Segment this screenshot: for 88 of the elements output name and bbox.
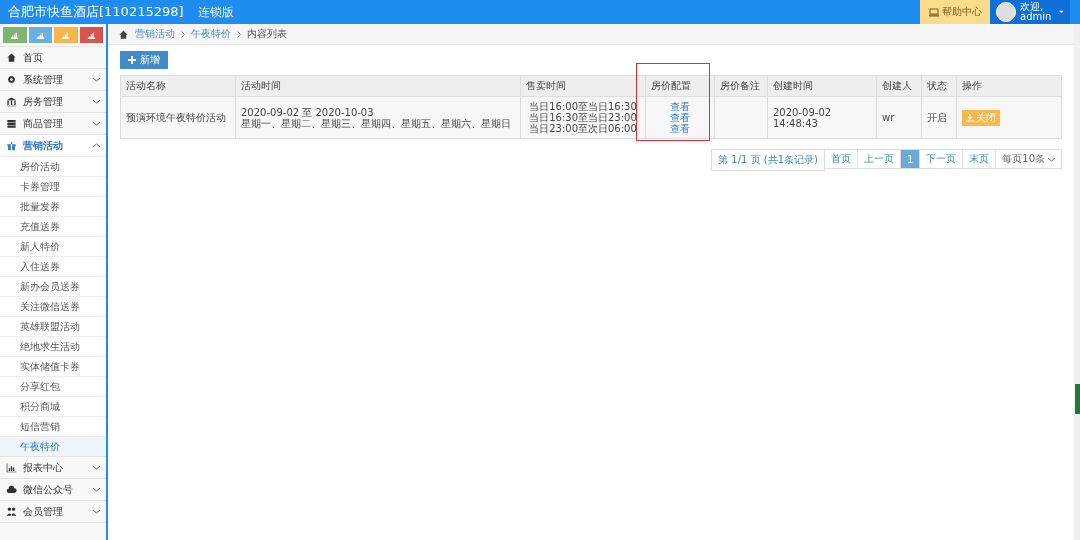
avatar-icon [996, 2, 1016, 22]
sidebar-label: 系统管理 [23, 72, 64, 87]
submenu-item[interactable]: 入住送券 [0, 256, 106, 276]
submenu-item[interactable]: 积分商城 [0, 396, 106, 416]
table-cell: 2020-09-02 14:48:43 [767, 96, 877, 139]
table-cell: 预演环境午夜特价活动 [120, 96, 236, 139]
add-button[interactable]: 新增 [120, 51, 168, 69]
page-info: 第 1/1 页 (共1条记录) [711, 149, 825, 171]
column-header: 房价配置 [645, 75, 715, 97]
sidebar-item[interactable]: 会员管理 [0, 500, 106, 522]
sidebar-item[interactable]: 报表中心 [0, 456, 106, 478]
prev-page-button[interactable]: 上一页 [856, 149, 901, 169]
shortcut-button[interactable] [28, 27, 52, 43]
bar-chart-icon [86, 30, 96, 40]
sidebar-label: 微信公众号 [23, 482, 74, 497]
chevron-right-icon [237, 30, 241, 38]
table-cell: 开启 [921, 96, 957, 139]
help-center-button[interactable]: 帮助中心 [920, 0, 990, 24]
submenu-item[interactable]: 分享红包 [0, 376, 106, 396]
breadcrumb-link[interactable]: 午夜特价 [191, 27, 231, 41]
download-icon [966, 113, 974, 122]
submenu-item[interactable]: 卡券管理 [0, 176, 106, 196]
sidebar-item[interactable]: 首页 [0, 46, 106, 68]
column-header: 售卖时间 [520, 75, 646, 97]
sidebar-label: 首页 [23, 50, 44, 65]
submenu-item[interactable]: 充值送券 [0, 216, 106, 236]
sidebar-label: 会员管理 [23, 504, 64, 519]
users-icon [6, 506, 17, 517]
last-page-button[interactable]: 末页 [962, 149, 997, 169]
table-cell: 2020-09-02 至 2020-10-03 星期一、星期二、星期三、星期四、星期五、星期六、星期日 [235, 96, 521, 139]
submenu-item[interactable]: 实体储值卡券 [0, 356, 106, 376]
view-link[interactable]: 查看 [651, 112, 709, 123]
home-icon [6, 52, 17, 63]
sidebar-label: 营销活动 [23, 138, 64, 153]
table-cell: 当日16:00至当日16:30 当日16:30至当日23:00 当日23:00至次日06:00 [520, 96, 646, 139]
submenu-item[interactable]: 关注微信送券 [0, 296, 106, 316]
sidebar-label: 报表中心 [23, 460, 64, 475]
db-icon [6, 118, 17, 129]
sidebar-label: 商品管理 [23, 116, 64, 131]
table-cell: wr [876, 96, 922, 139]
sidebar-item[interactable]: 系统管理 [0, 68, 106, 90]
bar-chart-icon [10, 30, 20, 40]
chevron-down-icon [1048, 156, 1055, 162]
bank-icon [6, 96, 17, 107]
plus-icon [128, 56, 136, 64]
hotel-title: 合肥市快鱼酒店[110215298] [8, 3, 184, 21]
username: admin [1020, 12, 1052, 22]
column-header: 活动时间 [235, 75, 521, 97]
breadcrumb-link[interactable]: 营销活动 [135, 27, 175, 41]
sidebar-label: 房务管理 [23, 94, 64, 109]
sidebar-item[interactable]: 微信公众号 [0, 478, 106, 500]
next-page-button[interactable]: 下一页 [919, 149, 964, 169]
sidebar-item[interactable]: 房务管理 [0, 90, 106, 112]
column-header: 状态 [921, 75, 957, 97]
view-link[interactable]: 查看 [651, 101, 709, 112]
edition-label: 连锁版 [197, 3, 234, 21]
bar-chart-icon [35, 30, 45, 40]
shortcut-button[interactable] [79, 27, 103, 43]
submenu-item[interactable]: 新人特价 [0, 236, 106, 256]
gift-icon [6, 140, 17, 151]
chevron-right-icon [181, 30, 185, 38]
shortcut-button[interactable] [3, 27, 27, 43]
submenu-item[interactable]: 房价活动 [0, 156, 106, 176]
submenu-item[interactable]: 批量发券 [0, 196, 106, 216]
first-page-button[interactable]: 首页 [823, 149, 858, 169]
sidebar-item[interactable]: 营销活动 [0, 134, 106, 156]
caret-icon [1059, 10, 1064, 14]
submenu-item[interactable]: 新办会员送券 [0, 276, 106, 296]
column-header: 活动名称 [120, 75, 236, 97]
column-header: 操作 [956, 75, 1062, 97]
submenu-item[interactable]: 短信营销 [0, 416, 106, 436]
page-size-select[interactable]: 每页10条 [995, 149, 1062, 169]
laptop-icon [928, 7, 939, 17]
welcome-text: 欢迎, [1020, 2, 1044, 12]
view-link[interactable]: 查看 [651, 123, 709, 134]
gear-icon [6, 74, 17, 85]
column-header: 房价备注 [714, 75, 768, 97]
submenu-item[interactable]: 绝地求生活动 [0, 336, 106, 356]
cloud-icon [6, 484, 17, 495]
shortcut-button[interactable] [54, 27, 78, 43]
column-header: 创建时间 [767, 75, 877, 97]
home-icon [118, 29, 129, 39]
bar-chart-icon [61, 30, 71, 40]
scrollbar[interactable] [1074, 24, 1080, 540]
column-header: 创建人 [876, 75, 922, 97]
user-menu[interactable]: 欢迎, admin [990, 0, 1070, 24]
submenu-item[interactable]: 午夜特价 [0, 436, 106, 456]
submenu-item[interactable]: 英雄联盟活动 [0, 316, 106, 336]
